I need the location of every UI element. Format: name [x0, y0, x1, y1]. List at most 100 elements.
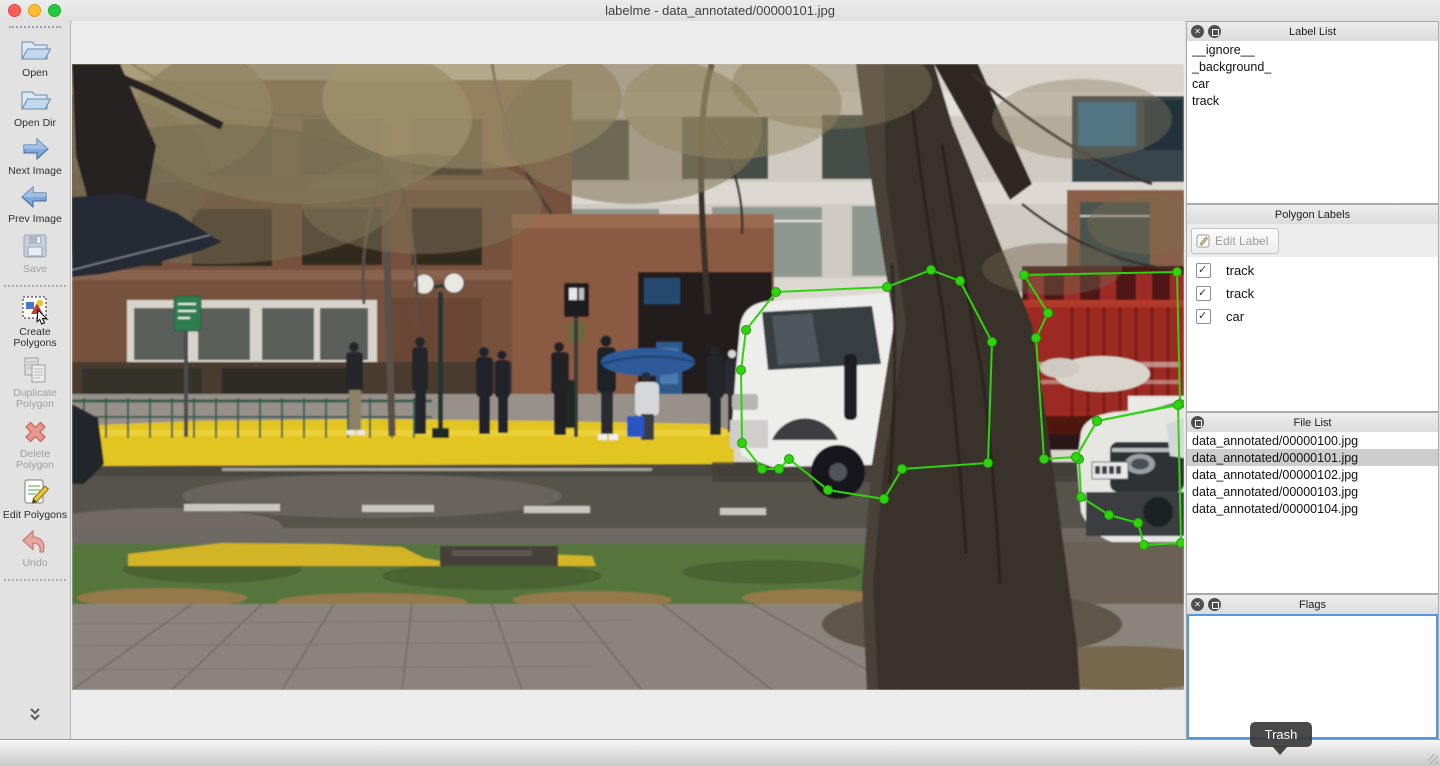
annotation-vertex[interactable] [898, 465, 907, 474]
file-list-item[interactable]: data_annotated/00000104.jpg [1187, 500, 1438, 517]
undo-arrow-icon [18, 526, 52, 556]
label-list-panel: Label List __ignore__ _background_ car t… [1186, 21, 1439, 204]
annotation-vertex[interactable] [1177, 539, 1185, 548]
window-titlebar: labelme - data_annotated/00000101.jpg [0, 0, 1440, 22]
polygon-label-row[interactable]: track [1187, 260, 1438, 280]
edit-polygons-icon [18, 476, 52, 508]
edit-label-text: Edit Label [1215, 234, 1268, 248]
annotation-vertex[interactable] [883, 283, 892, 292]
annotation-vertex[interactable] [1020, 271, 1029, 280]
polygon-label-row[interactable]: car [1187, 306, 1438, 326]
annotation-vertex[interactable] [775, 465, 784, 474]
annotation-vertex[interactable] [984, 459, 993, 468]
close-icon[interactable] [1191, 598, 1204, 611]
annotation-vertex[interactable] [758, 465, 767, 474]
annotation-vertex[interactable] [927, 266, 936, 275]
toolbar-drag-handle[interactable] [9, 26, 61, 28]
annotation-vertex[interactable] [737, 366, 746, 375]
delete-polygon-icon [18, 415, 52, 447]
polygon-labels-toolbar: Edit Label [1187, 224, 1438, 258]
annotation-vertex[interactable] [1105, 511, 1114, 520]
polygon-label-row[interactable]: track [1187, 283, 1438, 303]
labelme-window: labelme - data_annotated/00000101.jpg Op… [0, 0, 1440, 766]
next-image-arrow-icon [18, 134, 52, 164]
window-title: labelme - data_annotated/00000101.jpg [0, 3, 1440, 18]
next-image-button[interactable]: Next Image [0, 134, 70, 177]
create-polygons-label: Create Polygons [2, 327, 68, 349]
edit-label-button[interactable]: Edit Label [1191, 228, 1279, 254]
annotation-vertex[interactable] [1174, 401, 1183, 410]
annotation-vertex[interactable] [738, 439, 747, 448]
file-list-item[interactable]: data_annotated/00000102.jpg [1187, 466, 1438, 483]
annotation-vertex[interactable] [956, 277, 965, 286]
annotation-vertex[interactable] [1044, 309, 1053, 318]
label-list-item[interactable]: car [1187, 75, 1438, 92]
open-button[interactable]: Open [0, 34, 70, 79]
annotation-vertex[interactable] [1077, 493, 1086, 502]
checkbox-icon[interactable] [1196, 286, 1211, 301]
annotation-vertex[interactable] [1032, 334, 1041, 343]
close-icon[interactable] [1191, 25, 1204, 38]
edit-polygons-button[interactable]: Edit Polygons [0, 476, 70, 521]
open-dir-label: Open Dir [2, 118, 68, 129]
annotation-vertex[interactable] [772, 288, 781, 297]
float-panel-icon[interactable] [1208, 598, 1221, 611]
annotation-vertex[interactable] [742, 326, 751, 335]
prev-image-button[interactable]: Prev Image [0, 182, 70, 225]
flags-header: Flags [1187, 595, 1438, 615]
label-list-item[interactable]: __ignore__ [1187, 41, 1438, 58]
dock-tooltip-arrow [1272, 746, 1288, 755]
polygon-labels-list: track track car [1187, 257, 1438, 411]
create-polygons-icon [18, 293, 52, 325]
open-folder-icon [18, 34, 52, 66]
label-list-item[interactable]: track [1187, 92, 1438, 109]
resize-grip-icon[interactable] [1428, 754, 1438, 764]
annotation-vertex[interactable] [988, 338, 997, 347]
toolbar-separator [4, 579, 66, 581]
polygon-label-text: car [1226, 309, 1244, 324]
flags-panel: Flags [1186, 594, 1439, 740]
edit-pencil-icon [1196, 234, 1210, 248]
file-list-item[interactable]: data_annotated/00000103.jpg [1187, 483, 1438, 500]
image-canvas[interactable]: 21 [72, 21, 1184, 740]
label-list-item[interactable]: _background_ [1187, 58, 1438, 75]
next-image-label: Next Image [2, 166, 68, 177]
polygon-labels-header: Polygon Labels [1187, 205, 1438, 225]
annotation-vertex[interactable] [1040, 455, 1049, 464]
open-dir-button[interactable]: Open Dir [0, 84, 70, 129]
float-panel-icon[interactable] [1208, 25, 1221, 38]
undo-button[interactable]: Undo [0, 526, 70, 569]
annotation-vertex[interactable] [1134, 519, 1143, 528]
delete-polygon-label: Delete Polygon [2, 449, 68, 471]
float-panel-icon[interactable] [1191, 416, 1204, 429]
file-list-item-selected[interactable]: data_annotated/00000101.jpg [1187, 449, 1438, 466]
file-list-panel: File List data_annotated/00000100.jpg da… [1186, 412, 1439, 594]
file-list-item[interactable]: data_annotated/00000100.jpg [1187, 432, 1438, 449]
flags-title: Flags [1187, 599, 1438, 611]
checkbox-icon[interactable] [1196, 309, 1211, 324]
checkbox-icon[interactable] [1196, 263, 1211, 278]
flags-list[interactable] [1187, 614, 1438, 739]
prev-image-label: Prev Image [2, 214, 68, 225]
annotated-image[interactable]: 21 [72, 64, 1184, 690]
annotation-vertex[interactable] [785, 455, 794, 464]
duplicate-polygon-button[interactable]: Duplicate Polygon [0, 354, 70, 410]
save-label: Save [2, 264, 68, 275]
annotation-vertex[interactable] [1072, 453, 1081, 462]
label-list-title: Label List [1187, 26, 1438, 38]
undo-label: Undo [2, 558, 68, 569]
delete-polygon-button[interactable]: Delete Polygon [0, 415, 70, 471]
polygon-labels-title: Polygon Labels [1187, 209, 1438, 221]
prev-image-arrow-icon [18, 182, 52, 212]
annotation-vertex[interactable] [1093, 417, 1102, 426]
polygon-label-text: track [1226, 286, 1254, 301]
annotation-vertex[interactable] [880, 495, 889, 504]
annotation-vertex[interactable] [1140, 541, 1149, 550]
create-polygons-button[interactable]: Create Polygons [0, 293, 70, 349]
annotation-vertex[interactable] [824, 486, 833, 495]
toolbar-overflow-button[interactable] [26, 707, 44, 728]
save-button[interactable]: Save [0, 230, 70, 275]
dock-panels: Label List __ignore__ _background_ car t… [1185, 21, 1440, 740]
annotation-vertex[interactable] [1173, 268, 1182, 277]
toolbar: Open Open Dir Next Image Prev I [0, 21, 71, 740]
